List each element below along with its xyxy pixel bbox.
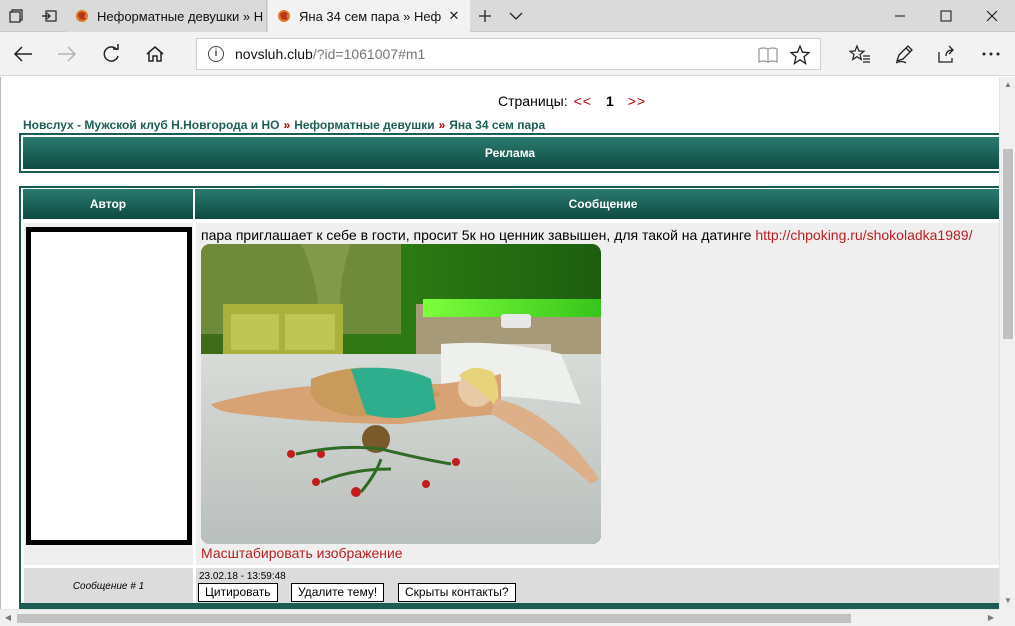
quote-button[interactable]: Цитировать xyxy=(198,583,278,602)
zoom-image-link[interactable]: Масштабировать изображение xyxy=(201,545,403,561)
current-page: 1 xyxy=(605,93,614,109)
address-bar[interactable]: i novsluh.club/?id=1061007#m1 xyxy=(196,38,821,70)
message-body: пара приглашает к себе в гости, просит 5… xyxy=(201,227,972,243)
site-info-icon[interactable]: i xyxy=(208,46,224,62)
close-tab-icon[interactable]: ✕ xyxy=(446,8,462,24)
post-date: 23.02.18 - 13:59:48 xyxy=(199,571,286,582)
tab-bar: Неформатные девушки » Н Яна 34 сем пара … xyxy=(0,0,1015,32)
breadcrumb-separator: » xyxy=(438,118,446,132)
tab-yana[interactable]: Яна 34 сем пара » Неф ✕ xyxy=(268,0,470,32)
reading-view-icon[interactable] xyxy=(758,46,778,69)
navigation-bar: i novsluh.club/?id=1061007#m1 xyxy=(0,32,1015,76)
message-text: пара приглашает к себе в гости, просит 5… xyxy=(201,227,752,243)
url-path: /?id=1061007#m1 xyxy=(312,46,426,62)
breadcrumb-topic-link[interactable]: Яна 34 сем пара xyxy=(449,118,545,132)
favorites-hub-icon[interactable] xyxy=(844,38,876,70)
scrollbar-corner xyxy=(999,609,1015,626)
pagination-label: Страницы: xyxy=(498,93,568,109)
refresh-icon[interactable] xyxy=(95,38,127,70)
tab-neformatnye[interactable]: Неформатные девушки » Н xyxy=(66,0,267,32)
site-favicon-icon xyxy=(74,8,90,24)
tab-title: Неформатные девушки » Н xyxy=(97,8,264,24)
maximize-icon[interactable] xyxy=(923,0,969,32)
more-options-icon[interactable] xyxy=(975,38,1007,70)
delete-topic-button[interactable]: Удалите тему! xyxy=(291,583,385,602)
horizontal-scroll-thumb[interactable] xyxy=(17,614,851,623)
pagination: Страницы: << 1 >> xyxy=(498,93,646,109)
web-note-pen-icon[interactable] xyxy=(888,38,920,70)
scroll-up-icon[interactable]: ▲ xyxy=(1000,77,1015,93)
share-icon[interactable] xyxy=(931,38,963,70)
url-text[interactable]: novsluh.club/?id=1061007#m1 xyxy=(235,46,425,62)
tab-actions-icon[interactable] xyxy=(0,0,32,32)
tab-title: Яна 34 сем пара » Неф xyxy=(299,8,442,24)
scroll-right-icon[interactable]: ▶ xyxy=(983,610,999,626)
hidden-contacts-button[interactable]: Скрыты контакты? xyxy=(398,583,516,602)
author-column-header: Автор xyxy=(23,189,193,219)
forward-arrow-icon[interactable] xyxy=(51,38,83,70)
back-arrow-icon[interactable] xyxy=(7,38,39,70)
post-photo[interactable] xyxy=(201,244,601,544)
vertical-scroll-thumb[interactable] xyxy=(1003,149,1013,339)
scroll-down-icon[interactable]: ▼ xyxy=(1000,593,1015,609)
page-viewport: Страницы: << 1 >> Новслух - Мужской клуб Н.… xyxy=(0,77,999,609)
site-favicon-icon xyxy=(276,8,292,24)
avatar xyxy=(26,227,192,545)
favorite-star-icon[interactable] xyxy=(789,44,811,70)
message-column-header: Сообщение xyxy=(195,189,999,219)
author-cell xyxy=(24,223,193,565)
ad-header: Реклама xyxy=(23,137,999,169)
breadcrumb: Новслух - Мужской клуб Н.Новгорода и НО»… xyxy=(23,118,545,132)
breadcrumb-separator: » xyxy=(283,118,291,132)
prev-page-link[interactable]: << xyxy=(574,93,592,109)
breadcrumb-club-link[interactable]: Новслух - Мужской клуб Н.Новгорода и НО xyxy=(23,118,280,132)
tab-preview-chevron-icon[interactable] xyxy=(500,0,532,32)
ad-block: Реклама xyxy=(19,133,999,173)
message-cell: пара приглашает к себе в гости, просит 5… xyxy=(196,223,999,565)
url-host: novsluh.club xyxy=(235,46,313,62)
close-window-icon[interactable] xyxy=(969,0,1015,32)
message-external-link[interactable]: http://chpoking.ru/shokoladka1989/ xyxy=(755,227,972,243)
set-aside-tabs-icon[interactable] xyxy=(33,0,65,32)
scroll-left-icon[interactable]: ◀ xyxy=(0,610,16,626)
next-page-link[interactable]: >> xyxy=(628,93,646,109)
home-icon[interactable] xyxy=(139,38,171,70)
horizontal-scrollbar[interactable]: ◀ ▶ xyxy=(0,609,999,626)
new-tab-icon[interactable] xyxy=(469,0,501,32)
post-table: Автор Сообщение пара приглашает к себе в… xyxy=(19,186,999,609)
vertical-scrollbar[interactable]: ▲ ▼ xyxy=(999,77,1015,609)
minimize-icon[interactable] xyxy=(877,0,923,32)
breadcrumb-forum-link[interactable]: Неформатные девушки xyxy=(294,118,434,132)
